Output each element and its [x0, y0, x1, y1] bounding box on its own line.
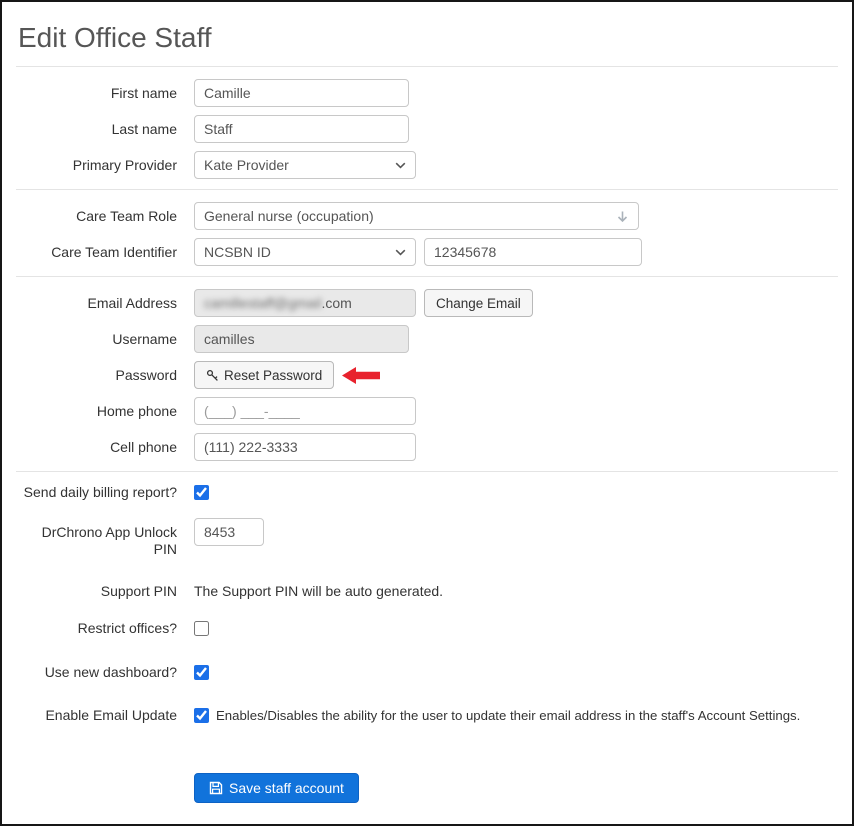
primary-provider-label: Primary Provider: [72, 157, 177, 174]
email-row: Email Address camillestaff@gmail .com Cha…: [16, 289, 838, 318]
reset-password-button[interactable]: Reset Password: [194, 361, 335, 390]
reset-password-button-label: Reset Password: [224, 367, 323, 383]
enable-email-update-row: Enable Email Update Enables/Disables the…: [16, 707, 838, 725]
chevron-down-icon: [395, 162, 406, 169]
enable-email-update-label: Enable Email Update: [45, 707, 177, 724]
restrict-offices-label: Restrict offices?: [77, 620, 177, 637]
primary-provider-selected-value: Kate Provider: [204, 157, 289, 174]
support-pin-control: The Support PIN will be auto generated.: [194, 577, 838, 599]
restrict-offices-control: [194, 620, 838, 637]
care-team-role-row: Care Team Role General nurse (occupation…: [16, 202, 838, 231]
save-staff-account-button[interactable]: Save staff account: [194, 772, 359, 803]
home-phone-input[interactable]: [194, 397, 416, 426]
save-control: Save staff account: [194, 772, 838, 803]
username-value: camilles: [204, 331, 255, 348]
new-dashboard-row: Use new dashboard?: [16, 664, 838, 682]
cell-phone-control: [194, 433, 838, 462]
last-name-row: Last name: [16, 115, 838, 144]
restrict-offices-row: Restrict offices?: [16, 620, 838, 638]
password-row: Password Reset Password: [16, 361, 838, 390]
username-label: Username: [112, 331, 177, 348]
care-team-identifier-control: NCSBN ID: [194, 238, 838, 267]
last-name-control: [194, 115, 838, 144]
change-email-button[interactable]: Change Email: [424, 289, 533, 318]
home-phone-label: Home phone: [96, 403, 177, 420]
red-arrow-annotation: [341, 366, 381, 385]
edit-office-staff-page: Edit Office Staff First name Last name P…: [0, 0, 854, 826]
primary-provider-control: Kate Provider: [194, 151, 838, 180]
email-control: camillestaff@gmail .com Change Email: [194, 289, 838, 318]
section-divider-3: [16, 471, 838, 473]
enable-email-update-description: Enables/Disables the ability for the use…: [216, 708, 801, 724]
chevron-down-icon: [395, 249, 406, 256]
care-team-identifier-row: Care Team Identifier NCSBN ID: [16, 238, 838, 267]
page-title: Edit Office Staff: [18, 22, 212, 53]
support-pin-text: The Support PIN will be auto generated.: [194, 582, 444, 599]
first-name-row: First name: [16, 79, 838, 108]
care-team-identifier-type-value: NCSBN ID: [204, 244, 271, 261]
password-label: Password: [115, 367, 177, 384]
home-phone-row: Home phone: [16, 397, 838, 426]
username-field: camilles: [194, 325, 409, 354]
enable-email-update-checkbox[interactable]: [194, 708, 209, 724]
save-icon: [209, 781, 223, 794]
email-field: camillestaff@gmail .com: [194, 289, 416, 318]
password-control: Reset Password: [194, 361, 838, 390]
cell-phone-label: Cell phone: [110, 439, 177, 456]
unlock-pin-row: DrChrono App Unlock PIN: [16, 517, 838, 559]
enable-email-update-control: Enables/Disables the ability for the use…: [194, 707, 838, 724]
email-label: Email Address: [87, 295, 177, 312]
home-phone-control: [194, 397, 838, 426]
email-masked-value: camillestaff@gmail: [204, 295, 322, 312]
daily-billing-control: [194, 484, 838, 501]
first-name-label: First name: [110, 85, 177, 102]
cell-phone-input[interactable]: [194, 433, 416, 462]
save-row: Save staff account: [16, 772, 838, 803]
support-pin-row: Support PIN The Support PIN will be auto…: [16, 577, 838, 601]
email-visible-suffix: .com: [321, 295, 352, 312]
first-name-control: [194, 79, 838, 108]
care-team-identifier-label: Care Team Identifier: [51, 244, 177, 261]
save-button-label: Save staff account: [229, 779, 344, 796]
care-team-role-select[interactable]: General nurse (occupation): [194, 202, 639, 231]
arrow-down-icon: [617, 211, 628, 222]
care-team-role-control: General nurse (occupation): [194, 202, 838, 231]
daily-billing-checkbox[interactable]: [194, 485, 209, 501]
care-team-identifier-type-select[interactable]: NCSBN ID: [194, 238, 416, 267]
care-team-role-label: Care Team Role: [76, 208, 177, 225]
new-dashboard-checkbox[interactable]: [194, 664, 209, 680]
daily-billing-label: Send daily billing report?: [23, 484, 177, 501]
last-name-input[interactable]: [194, 115, 409, 144]
care-team-identifier-id-input[interactable]: [424, 238, 642, 267]
section-divider-1: [16, 189, 838, 191]
key-icon: [206, 369, 218, 381]
daily-billing-row: Send daily billing report?: [16, 484, 838, 502]
restrict-offices-checkbox[interactable]: [194, 621, 209, 637]
new-dashboard-label: Use new dashboard?: [44, 663, 177, 680]
primary-provider-select[interactable]: Kate Provider: [194, 151, 416, 180]
save-row-spacer: [16, 773, 194, 779]
new-dashboard-control: [194, 664, 838, 680]
header-divider: [16, 66, 838, 68]
left-arrow-icon: [342, 366, 381, 384]
primary-provider-row: Primary Provider Kate Provider: [16, 151, 838, 180]
unlock-pin-input[interactable]: [194, 517, 264, 546]
support-pin-label: Support PIN: [100, 582, 177, 599]
change-email-button-label: Change Email: [436, 295, 521, 311]
section-divider-2: [16, 276, 838, 278]
username-control: camilles: [194, 325, 838, 354]
unlock-pin-label: DrChrono App Unlock PIN: [41, 523, 177, 558]
care-team-role-selected-value: General nurse (occupation): [204, 208, 374, 225]
last-name-label: Last name: [111, 121, 177, 138]
first-name-input[interactable]: [194, 79, 409, 108]
cell-phone-row: Cell phone: [16, 433, 838, 462]
unlock-pin-control: [194, 517, 838, 546]
username-row: Username camilles: [16, 325, 838, 354]
